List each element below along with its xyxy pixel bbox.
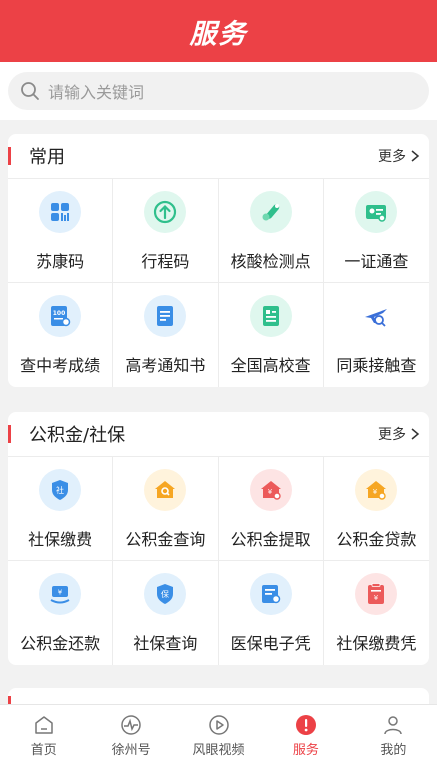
arrow-up-circle-icon (144, 191, 187, 233)
section-accent-bar (8, 696, 11, 704)
service-item-tongcheng[interactable]: 同乘接触查 (324, 283, 429, 387)
service-item-gjj-tiqu[interactable]: ¥ 公积金提取 (218, 457, 324, 561)
service-item-yizheng[interactable]: 一证通查 (323, 179, 429, 283)
yen-repay-icon: ¥ (39, 573, 82, 615)
service-label: 核酸检测点 (230, 252, 311, 271)
play-icon (208, 715, 229, 735)
nav-label: 服务 (292, 743, 319, 758)
service-label: 行程码 (141, 252, 190, 271)
nav-home[interactable]: 首页 (0, 705, 87, 759)
score-100-icon: 100 (39, 295, 82, 337)
svg-text:¥: ¥ (267, 488, 272, 496)
service-label: 医保电子凭 (230, 634, 311, 653)
more-label: 更多 (378, 427, 406, 443)
chevron-right-icon (411, 428, 420, 440)
medical-card-icon (249, 573, 292, 615)
page-title: 服务 (189, 18, 248, 50)
service-label: 一证通查 (344, 252, 409, 271)
section-common: 常用 更多 苏康码 行程码 核酸检测点 一证通查 100 查中考成绩 高考通知书… (8, 134, 429, 387)
svg-text:¥: ¥ (374, 594, 379, 602)
service-item-gjj-huankuan[interactable]: ¥ 公积金还款 (8, 561, 114, 665)
section-accent-bar (8, 425, 11, 443)
nav-fengyan-video[interactable]: 风眼视频 (175, 705, 262, 759)
svg-text:¥: ¥ (58, 589, 63, 597)
svg-text:100: 100 (53, 310, 66, 317)
service-label: 社保缴费 (28, 530, 93, 549)
nav-label: 我的 (380, 743, 407, 758)
school-document-icon (249, 295, 292, 337)
bottom-nav: 首页 徐州号 风眼视频 服务 我的 (0, 704, 437, 759)
service-label: 查中考成绩 (20, 356, 101, 375)
service-label: 全国高校查 (230, 356, 311, 375)
chevron-right-icon (411, 150, 420, 162)
service-label: 公积金查询 (125, 530, 206, 549)
section-title: 常用 (29, 147, 65, 168)
nav-label: 徐州号 (111, 743, 151, 758)
plane-search-icon (355, 295, 398, 337)
service-item-gjj-daikuan[interactable]: ¥ 公积金贷款 (323, 457, 429, 561)
service-label: 苏康码 (36, 252, 85, 271)
service-item-hesuan[interactable]: 核酸检测点 (218, 179, 324, 283)
nav-label: 风眼视频 (192, 743, 245, 758)
service-label: 社保缴费凭 (336, 634, 417, 653)
service-item-gjj-chaxun[interactable]: 公积金查询 (113, 457, 219, 561)
service-item-shebao-pingzheng[interactable]: ¥ 社保缴费凭 (324, 561, 429, 665)
house-loan-icon: ¥ (355, 469, 398, 511)
svg-text:¥: ¥ (373, 488, 378, 496)
service-item-sukangma[interactable]: 苏康码 (8, 179, 114, 283)
service-label: 公积金提取 (230, 530, 311, 549)
top-bar: 服务 (0, 0, 437, 62)
house-withdraw-icon: ¥ (249, 469, 292, 511)
more-link[interactable]: 更多 (378, 424, 421, 444)
section-header: 公积金/社保 更多 (8, 412, 429, 456)
svg-text:保: 保 (161, 589, 169, 599)
nav-xuzhouhao[interactable]: 徐州号 (87, 705, 174, 759)
user-icon (384, 716, 403, 735)
search-icon (21, 82, 39, 100)
test-tube-icon (249, 191, 292, 233)
section-accent-bar (8, 147, 11, 165)
more-link[interactable]: 更多 (378, 146, 421, 166)
section-header: 常用 更多 (8, 134, 429, 178)
section-fund-insurance: 公积金/社保 更多 社 社保缴费 公积金查询 ¥ 公积金提取 ¥ 公积金贷款 ¥… (8, 412, 429, 665)
shield-bao-icon: 保 (144, 573, 187, 615)
service-label: 公积金贷款 (336, 530, 417, 549)
nav-service[interactable]: 服务 (262, 705, 349, 759)
nav-mine[interactable]: 我的 (350, 705, 437, 759)
service-label: 同乘接触查 (336, 356, 417, 375)
service-item-gaoxiao[interactable]: 全国高校查 (219, 283, 324, 387)
search-area: 请输入关键词 (0, 62, 437, 120)
more-label: 更多 (378, 149, 406, 165)
service-item-xingchengma[interactable]: 行程码 (113, 179, 219, 283)
service-item-shebao-jiaofei[interactable]: 社 社保缴费 (8, 457, 114, 561)
house-search-icon (144, 469, 187, 511)
notice-document-icon (144, 295, 187, 337)
nav-label: 首页 (30, 743, 57, 758)
service-label: 社保查询 (133, 634, 198, 653)
id-card-icon (355, 191, 398, 233)
home-icon (34, 716, 53, 734)
service-item-yibao[interactable]: 医保电子凭 (219, 561, 324, 665)
shield-she-icon: 社 (39, 469, 82, 511)
pulse-icon (121, 715, 141, 735)
section-title: 公积金/社保 (29, 425, 126, 446)
search-input[interactable]: 请输入关键词 (8, 72, 429, 110)
service-item-gaokao[interactable]: 高考通知书 (113, 283, 219, 387)
search-placeholder: 请输入关键词 (48, 83, 145, 102)
service-item-shebao-chaxun[interactable]: 保 社保查询 (113, 561, 219, 665)
service-item-zhongkao[interactable]: 100 查中考成绩 (8, 283, 114, 387)
svg-text:社: 社 (56, 485, 64, 495)
service-icon (295, 715, 316, 735)
grid-qr-icon (39, 191, 82, 233)
receipt-icon: ¥ (355, 573, 398, 615)
service-label: 公积金还款 (20, 634, 101, 653)
next-section-peek (8, 688, 429, 704)
service-label: 高考通知书 (125, 356, 206, 375)
